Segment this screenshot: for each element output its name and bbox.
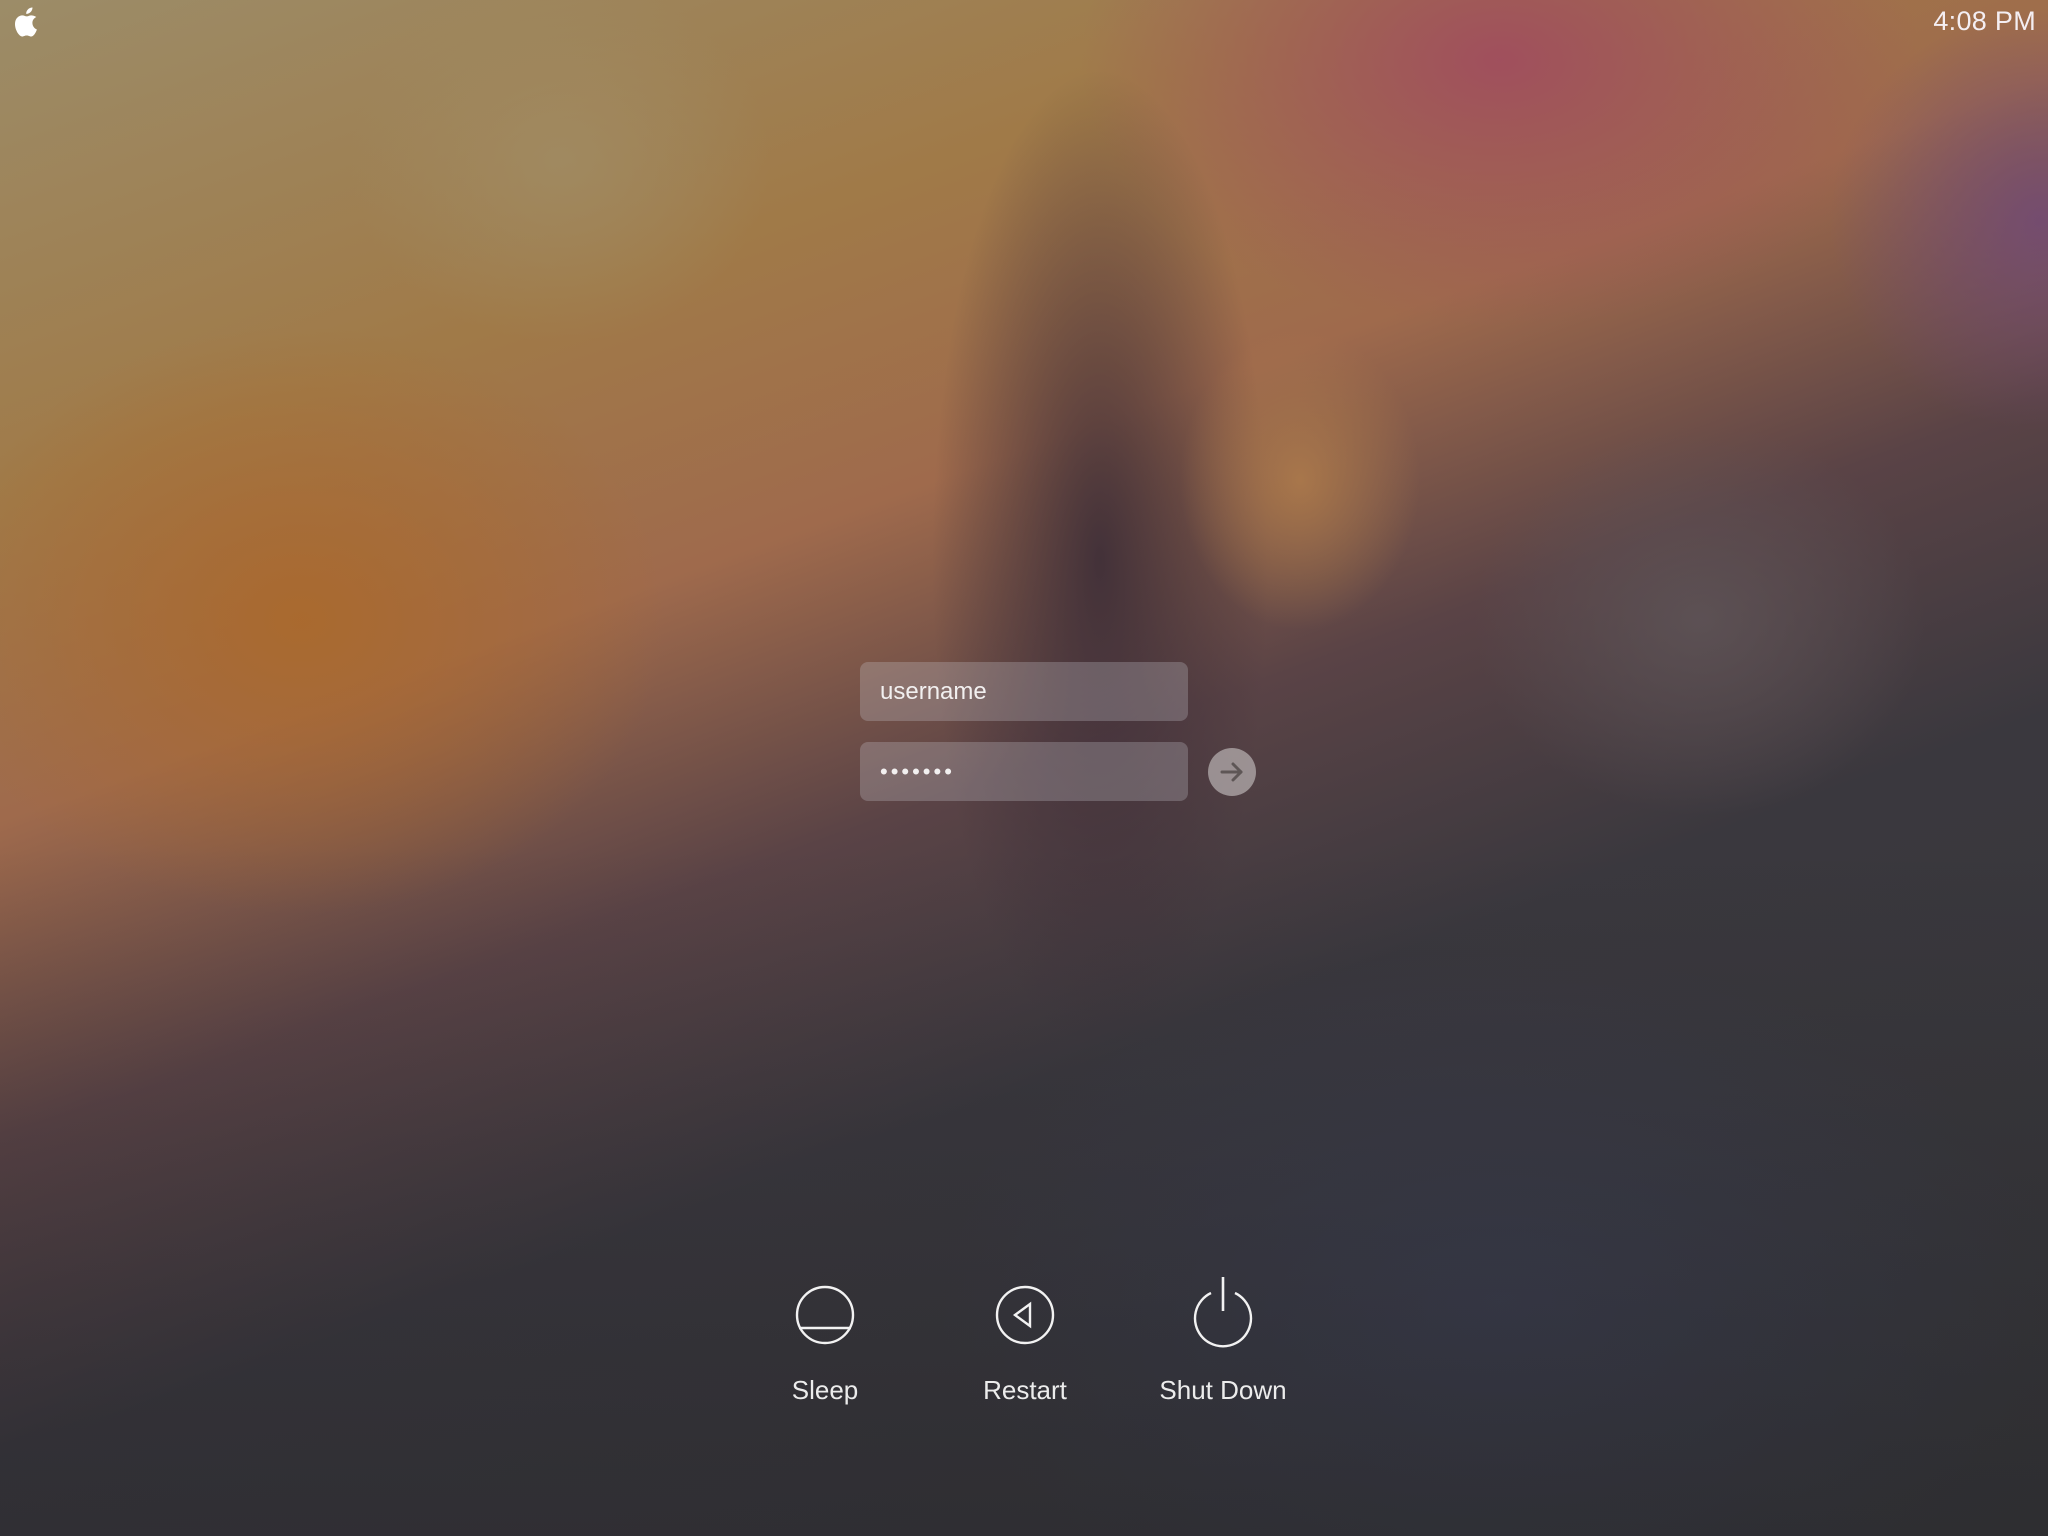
- shut-down-label: Shut Down: [1159, 1375, 1287, 1405]
- apple-logo-icon[interactable]: [12, 6, 42, 38]
- power-icon: [1193, 1277, 1253, 1348]
- password-field[interactable]: •••••••: [860, 742, 1188, 801]
- login-submit-button[interactable]: [1208, 748, 1256, 796]
- menu-bar: 4:08 PM: [0, 0, 2048, 44]
- password-masked-value: •••••••: [880, 759, 955, 784]
- restart-button[interactable]: Restart: [935, 1283, 1115, 1406]
- username-field[interactable]: username: [860, 662, 1188, 721]
- restart-icon: [995, 1285, 1055, 1345]
- sleep-icon: [795, 1285, 855, 1345]
- restart-label: Restart: [983, 1375, 1067, 1405]
- menu-bar-clock[interactable]: 4:08 PM: [1933, 6, 2036, 37]
- shut-down-button[interactable]: Shut Down: [1133, 1277, 1313, 1406]
- sleep-button[interactable]: Sleep: [735, 1283, 915, 1406]
- username-value: username: [880, 678, 987, 705]
- arrow-right-icon: [1220, 762, 1243, 782]
- sleep-label: Sleep: [791, 1375, 859, 1405]
